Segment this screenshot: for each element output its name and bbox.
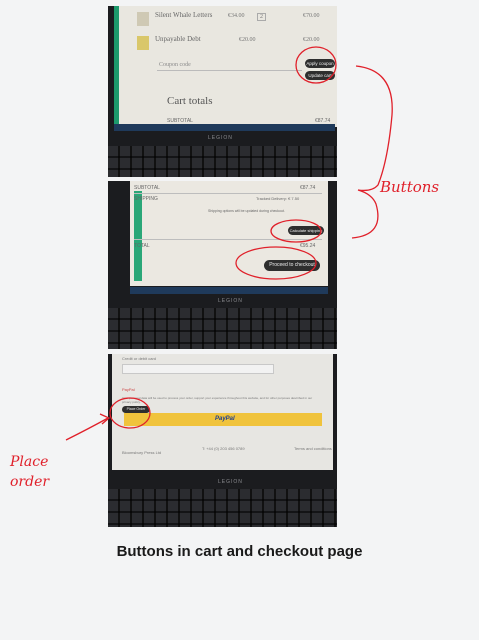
- item-name: Silent Whale Letters: [155, 11, 213, 19]
- total-value: €95.24: [300, 243, 316, 249]
- place-order-button[interactable]: Place Order: [122, 406, 150, 413]
- cart-photo: Silent Whale Letters €34.00 2 €70.00 Unp…: [108, 6, 337, 177]
- cart-row-1: Silent Whale Letters €34.00 2 €70.00: [133, 10, 333, 28]
- laptop-brand: LEGION: [218, 298, 243, 304]
- divider: [134, 193, 322, 194]
- item-total: €20.00: [303, 37, 320, 43]
- card-number-field[interactable]: [122, 364, 274, 374]
- footer-contact: T: +44 (0) 203 456 0789: [202, 446, 245, 451]
- totals-photo: SUBTOTAL €87.74 SHIPPING Tracked Deliver…: [108, 181, 337, 349]
- apply-coupon-button[interactable]: Apply coupon: [305, 59, 335, 68]
- keyboard: [108, 489, 337, 527]
- item-total: €70.00: [303, 13, 320, 19]
- divider: [157, 70, 302, 71]
- footer-terms[interactable]: Terms and conditions: [294, 446, 332, 451]
- arrow-mark: [65, 417, 109, 441]
- taskbar: [114, 124, 335, 131]
- checkout-screen: Credit or debit card PayPal Your persona…: [112, 354, 333, 470]
- laptop-brand: LEGION: [218, 479, 243, 485]
- buttons-annotation: Buttons: [380, 178, 440, 196]
- coupon-input[interactable]: Coupon code: [159, 62, 191, 68]
- divider: [134, 239, 322, 240]
- caption-text: Buttons in cart and checkout page: [116, 543, 363, 560]
- paypal-button[interactable]: PayPal: [124, 413, 322, 426]
- keyboard: [108, 146, 337, 177]
- caption: Buttons in cart and checkout page: [0, 540, 479, 564]
- checkout-photo: Credit or debit card PayPal Your persona…: [108, 354, 337, 527]
- accent-strip: [134, 191, 142, 281]
- proceed-to-checkout-button[interactable]: Proceed to checkout: [264, 260, 320, 271]
- quantity-field[interactable]: 2: [257, 13, 266, 21]
- curly-brace-mark: [351, 65, 393, 239]
- calculate-shipping-button[interactable]: Calculate shipping: [288, 226, 324, 235]
- cart-totals-heading: Cart totals: [167, 95, 213, 107]
- subtotal-label: SUBTOTAL: [134, 185, 160, 191]
- taskbar: [130, 287, 328, 294]
- product-thumbnail: [137, 36, 149, 50]
- footer-company: Bloomsbury Press Ltd: [122, 450, 162, 455]
- item-name: Unpayable Debt: [155, 35, 201, 43]
- item-price: €34.00: [228, 13, 245, 19]
- credit-card-label: Credit or debit card: [122, 356, 157, 361]
- keyboard: [108, 308, 337, 349]
- shipping-label: SHIPPING: [134, 196, 158, 202]
- laptop-brand: LEGION: [208, 135, 233, 141]
- place-order-annotation: Place order: [10, 454, 50, 490]
- paypal-logo: PayPal: [215, 416, 235, 422]
- update-cart-button[interactable]: Update cart: [305, 71, 335, 80]
- cart-row-2: Unpayable Debt €20.00 €20.00: [133, 34, 333, 52]
- subtotal-value: €87.74: [300, 185, 316, 191]
- shipping-value: Tracked Delivery: € 7.50: [256, 196, 300, 201]
- privacy-text: Your personal data will be used to proce…: [122, 396, 313, 404]
- product-thumbnail: [137, 12, 149, 26]
- paypal-option-label[interactable]: PayPal: [122, 387, 135, 392]
- cart-screen: Silent Whale Letters €34.00 2 €70.00 Unp…: [114, 6, 337, 127]
- totals-screen: SUBTOTAL €87.74 SHIPPING Tracked Deliver…: [130, 181, 328, 286]
- total-label: TOTAL: [134, 243, 150, 249]
- shipping-note: Shipping options will be updated during …: [208, 209, 285, 213]
- item-price: €20.00: [239, 37, 256, 43]
